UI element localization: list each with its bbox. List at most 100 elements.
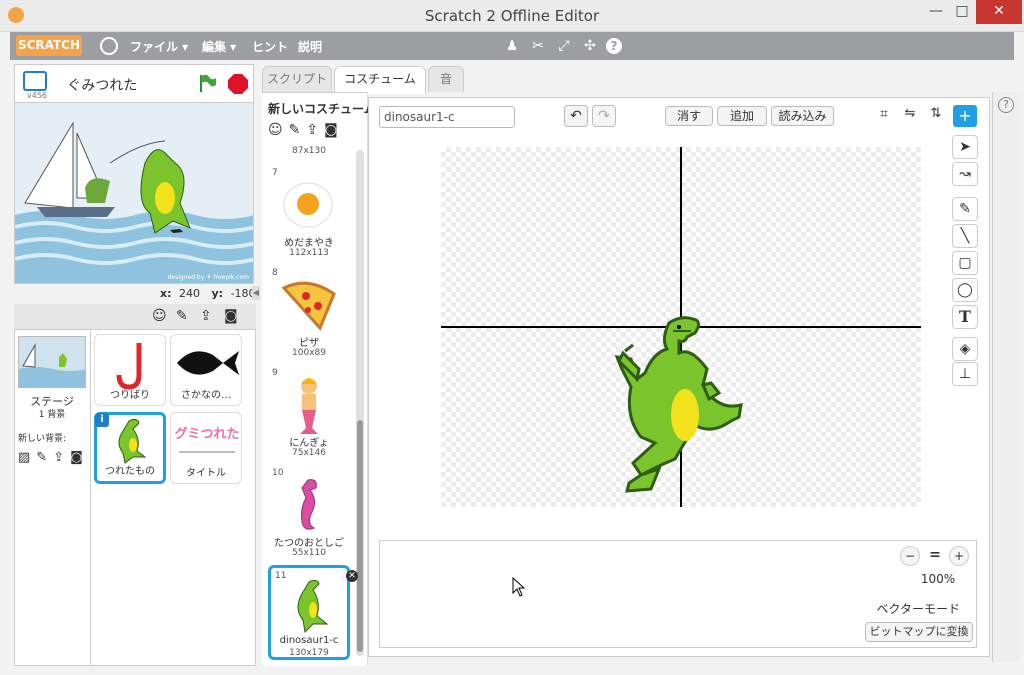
- stage-scene: [15, 103, 253, 283]
- costume-size: 130x179: [289, 648, 329, 658]
- help-icon[interactable]: ?: [606, 38, 622, 54]
- help-icon[interactable]: ?: [998, 97, 1014, 113]
- costume-canvas[interactable]: [441, 147, 921, 507]
- y-label: y:: [211, 287, 224, 300]
- set-center-icon[interactable]: +: [953, 105, 977, 127]
- version-label: v456: [27, 91, 48, 100]
- zoom-reset-icon[interactable]: =: [925, 546, 945, 566]
- flip-vertical-icon[interactable]: ⇅: [926, 106, 946, 126]
- costume-item[interactable]: 9 にんぎょ 75x146: [268, 368, 350, 464]
- camera-sprite-icon[interactable]: ◙: [224, 308, 238, 324]
- duplicate-icon[interactable]: ♟: [502, 36, 522, 56]
- costume-name-field[interactable]: dinosaur1-c: [379, 106, 515, 128]
- mouse-coords: x: 240 y: -180: [160, 287, 256, 300]
- title-sprite-text: グミつれた: [174, 427, 240, 442]
- stage-backdrop-count: 1 背景: [38, 410, 66, 420]
- tab-script[interactable]: スクリプト: [262, 66, 332, 92]
- clear-button[interactable]: 消す: [665, 106, 713, 126]
- sprite-label: さかなの…: [181, 390, 231, 401]
- stamp-tool-icon[interactable]: ⊥: [952, 362, 978, 386]
- costume-item[interactable]: 10 たつのおとしご 55x110: [268, 468, 350, 564]
- right-gutter: ?: [992, 92, 1020, 662]
- costume-name: めだまやき: [284, 238, 334, 249]
- ellipse-tool-icon[interactable]: ◯: [952, 278, 978, 302]
- sprite-label: つれたもの: [105, 466, 155, 477]
- flip-horizontal-icon[interactable]: ⇋: [900, 106, 920, 126]
- menu-hint[interactable]: ヒント: [252, 38, 288, 55]
- green-flag-icon[interactable]: [197, 73, 217, 93]
- costume-size: 112x113: [289, 248, 329, 258]
- add-button[interactable]: 追加: [717, 106, 767, 126]
- delete-costume-icon[interactable]: ✕: [346, 570, 358, 582]
- menu-edit[interactable]: 編集 ▾: [202, 38, 236, 55]
- zoom-out-icon[interactable]: −: [900, 546, 920, 566]
- fullscreen-icon[interactable]: [23, 71, 47, 91]
- minimize-button[interactable]: —: [922, 0, 950, 24]
- seahorse-icon: [301, 479, 317, 530]
- sprite-panel-toolbar: ☺ ✎ ⇪ ◙: [14, 304, 256, 330]
- sprite-caught-selected[interactable]: i つれたもの: [94, 412, 166, 484]
- menu-explain[interactable]: 説明: [298, 38, 322, 55]
- grow-icon[interactable]: ⤢: [554, 36, 574, 56]
- line-tool-icon[interactable]: ╲: [952, 224, 978, 248]
- fish-icon: [177, 351, 239, 375]
- costume-item[interactable]: 7 めだまやき 112x113: [268, 168, 350, 264]
- zoom-in-icon[interactable]: +: [949, 546, 969, 566]
- paint-backdrop-icon[interactable]: ✎: [36, 450, 53, 465]
- costume-size: 87x130: [292, 146, 326, 156]
- tab-costume[interactable]: コスチューム: [334, 66, 426, 94]
- stage-canvas[interactable]: designed by ⚘ freepik.com: [14, 102, 254, 284]
- sprite-hook[interactable]: つりばり: [94, 334, 166, 406]
- fill-tool-icon[interactable]: ◈: [952, 337, 978, 361]
- stage-thumbnail[interactable]: [18, 336, 86, 388]
- undo-icon[interactable]: ↶: [564, 105, 588, 127]
- select-tool-icon[interactable]: ➤: [952, 135, 978, 159]
- camera-costume-icon[interactable]: ◙: [324, 122, 344, 138]
- sprite-library-icon[interactable]: ☺: [152, 308, 167, 324]
- editor-mode: ベクターモード: [876, 602, 960, 616]
- redo-icon[interactable]: ↷: [592, 105, 616, 127]
- collapse-stage-handle[interactable]: ◀: [252, 286, 260, 300]
- sprite-fish[interactable]: さかなの…: [170, 334, 242, 406]
- info-icon[interactable]: i: [95, 413, 109, 427]
- new-backdrop-label: 新しい背景:: [18, 434, 67, 444]
- mouse-cursor-icon: [512, 577, 526, 597]
- project-name[interactable]: ぐみつれた: [67, 75, 137, 95]
- import-button[interactable]: 読み込み: [771, 106, 834, 126]
- upload-sprite-icon[interactable]: ⇪: [200, 308, 212, 324]
- paint-sprite-icon[interactable]: ✎: [176, 308, 188, 324]
- cut-icon[interactable]: ✂: [528, 36, 548, 56]
- dinosaur-icon: [118, 418, 147, 464]
- pencil-tool-icon[interactable]: ✎: [952, 197, 978, 221]
- sprite-label: つりばり: [110, 390, 150, 401]
- scratch-logo[interactable]: SCRATCH: [16, 35, 82, 56]
- costume-scroll-thumb[interactable]: [357, 420, 363, 652]
- reshape-tool-icon[interactable]: ↝: [952, 162, 978, 186]
- tab-sound[interactable]: 音: [428, 66, 464, 92]
- costume-size: 75x146: [292, 448, 326, 458]
- costume-item-selected[interactable]: 11 ✕ dinosaur1-c 130x179: [268, 565, 358, 660]
- text-tool-icon[interactable]: T: [952, 305, 978, 329]
- stop-icon[interactable]: [227, 73, 249, 95]
- globe-icon[interactable]: [100, 37, 118, 55]
- convert-to-bitmap-button[interactable]: ビットマップに変換: [865, 622, 973, 642]
- canvas-drawing: [441, 147, 921, 507]
- camera-backdrop-icon[interactable]: ◙: [70, 450, 89, 465]
- shrink-icon[interactable]: ✣: [580, 36, 600, 56]
- rectangle-tool-icon[interactable]: ▢: [952, 251, 978, 275]
- paint-costume-icon[interactable]: ✎: [289, 122, 307, 138]
- maximize-button[interactable]: □: [948, 0, 976, 24]
- crop-icon[interactable]: ⌗: [874, 106, 894, 126]
- dinosaur-icon: [297, 579, 329, 634]
- costume-name: たつのおとしご: [274, 538, 344, 549]
- menu-file[interactable]: ファイル ▾: [130, 38, 188, 55]
- sprite-title[interactable]: グミつれた タイトル: [170, 412, 242, 484]
- backdrop-library-icon[interactable]: ▨: [18, 450, 36, 465]
- close-button[interactable]: ✕: [976, 0, 1022, 24]
- hook-icon: [116, 343, 142, 390]
- upload-backdrop-icon[interactable]: ⇪: [53, 450, 70, 465]
- costume-library-icon[interactable]: ☺: [268, 122, 289, 138]
- costume-item[interactable]: 8 ピザ 100x89: [268, 268, 350, 364]
- title-sprite-underline: [179, 451, 235, 453]
- upload-costume-icon[interactable]: ⇪: [306, 122, 324, 138]
